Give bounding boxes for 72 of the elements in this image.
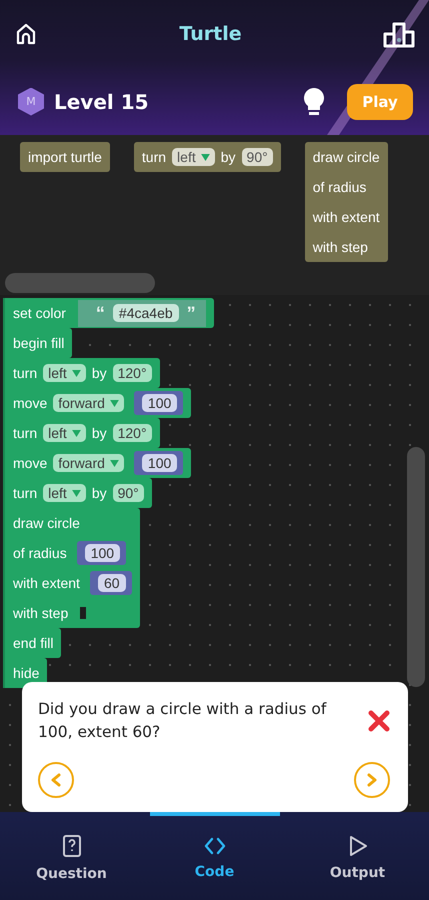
- number-field[interactable]: 90°: [242, 148, 273, 166]
- number-block[interactable]: 100: [134, 451, 184, 475]
- page-title: Turtle: [179, 23, 242, 45]
- code-block[interactable]: draw circle of radius with extent with step: [304, 142, 388, 262]
- block-label: end fill: [13, 635, 54, 651]
- empty-socket[interactable]: [80, 607, 86, 619]
- dropdown-field[interactable]: left: [43, 364, 86, 382]
- number-block[interactable]: 60: [90, 571, 132, 595]
- number-field[interactable]: 120°: [112, 364, 152, 382]
- block-label: with step: [312, 239, 368, 255]
- block-label: turn: [13, 425, 38, 441]
- code-block[interactable]: turn left by 90°: [3, 478, 152, 508]
- dropdown-field[interactable]: forward: [53, 454, 124, 472]
- play-icon: [348, 835, 368, 857]
- number-field[interactable]: 90°: [112, 484, 144, 502]
- block-label: draw circle: [312, 149, 380, 165]
- block-label: by: [92, 425, 107, 441]
- dropdown-field[interactable]: left: [43, 484, 86, 502]
- code-block[interactable]: set color “ #4ca4eb ”: [3, 298, 214, 328]
- block-label: begin fill: [13, 335, 64, 351]
- code-block[interactable]: import turtle: [20, 142, 110, 172]
- scrollbar[interactable]: [5, 273, 155, 293]
- dropdown-field[interactable]: left: [172, 148, 215, 166]
- code-icon: [202, 836, 226, 856]
- dropdown-field[interactable]: forward: [53, 394, 124, 412]
- caret-icon: [200, 154, 210, 160]
- nav-tab[interactable]: Question: [6, 812, 136, 900]
- block-label: hide: [13, 665, 40, 681]
- caret-icon: [72, 490, 81, 496]
- number-field[interactable]: 120°: [112, 424, 152, 442]
- block-label: by: [92, 365, 107, 381]
- block-label: move: [13, 455, 48, 471]
- code-block[interactable]: turn left by 120°: [3, 418, 160, 448]
- block-label: move: [13, 395, 48, 411]
- block-label: of radius: [13, 545, 67, 561]
- caret-icon: [110, 400, 119, 406]
- string-block[interactable]: “ #4ca4eb ”: [78, 300, 206, 326]
- block-label: set color: [13, 305, 66, 321]
- block-label: with extent: [312, 209, 380, 225]
- block-label: import turtle: [28, 149, 102, 165]
- block-label: draw circle: [13, 515, 80, 531]
- hint-text: Did you draw a circle with a radius of 100, extent 60?: [38, 699, 328, 743]
- dropdown-field[interactable]: left: [43, 424, 86, 442]
- caret-icon: [110, 460, 119, 466]
- nav-tab[interactable]: Output: [292, 812, 422, 900]
- code-block[interactable]: move forward 100: [3, 448, 192, 478]
- scrollbar[interactable]: [407, 447, 425, 687]
- code-block[interactable]: move forward 100: [3, 388, 192, 418]
- block-label: by: [220, 149, 236, 165]
- question-book-icon: [62, 834, 82, 858]
- caret-icon: [72, 370, 81, 376]
- caret-icon: [72, 430, 81, 436]
- block-label: by: [92, 485, 107, 501]
- code-block[interactable]: turn left by 90°: [134, 142, 281, 172]
- home-icon[interactable]: [14, 22, 38, 46]
- block-label: turn: [142, 149, 166, 165]
- block-label: turn: [13, 365, 38, 381]
- block-label: with step: [13, 605, 68, 621]
- chevron-left-icon: [50, 773, 62, 787]
- code-block[interactable]: turn left by 120°: [3, 358, 160, 388]
- number-block[interactable]: 100: [134, 391, 184, 415]
- block-label: turn: [13, 485, 38, 501]
- close-icon[interactable]: [368, 710, 390, 732]
- level-badge: M: [18, 88, 44, 116]
- lightbulb-icon[interactable]: [303, 86, 325, 116]
- nav-tab[interactable]: Code: [150, 812, 280, 900]
- block-label: of radius: [312, 179, 366, 195]
- block-label: with extent: [13, 575, 80, 591]
- leaderboard-icon[interactable]: [382, 20, 415, 48]
- level-label: Level 15: [54, 90, 149, 114]
- chevron-right-icon: [366, 773, 378, 787]
- number-block[interactable]: 100: [76, 541, 126, 565]
